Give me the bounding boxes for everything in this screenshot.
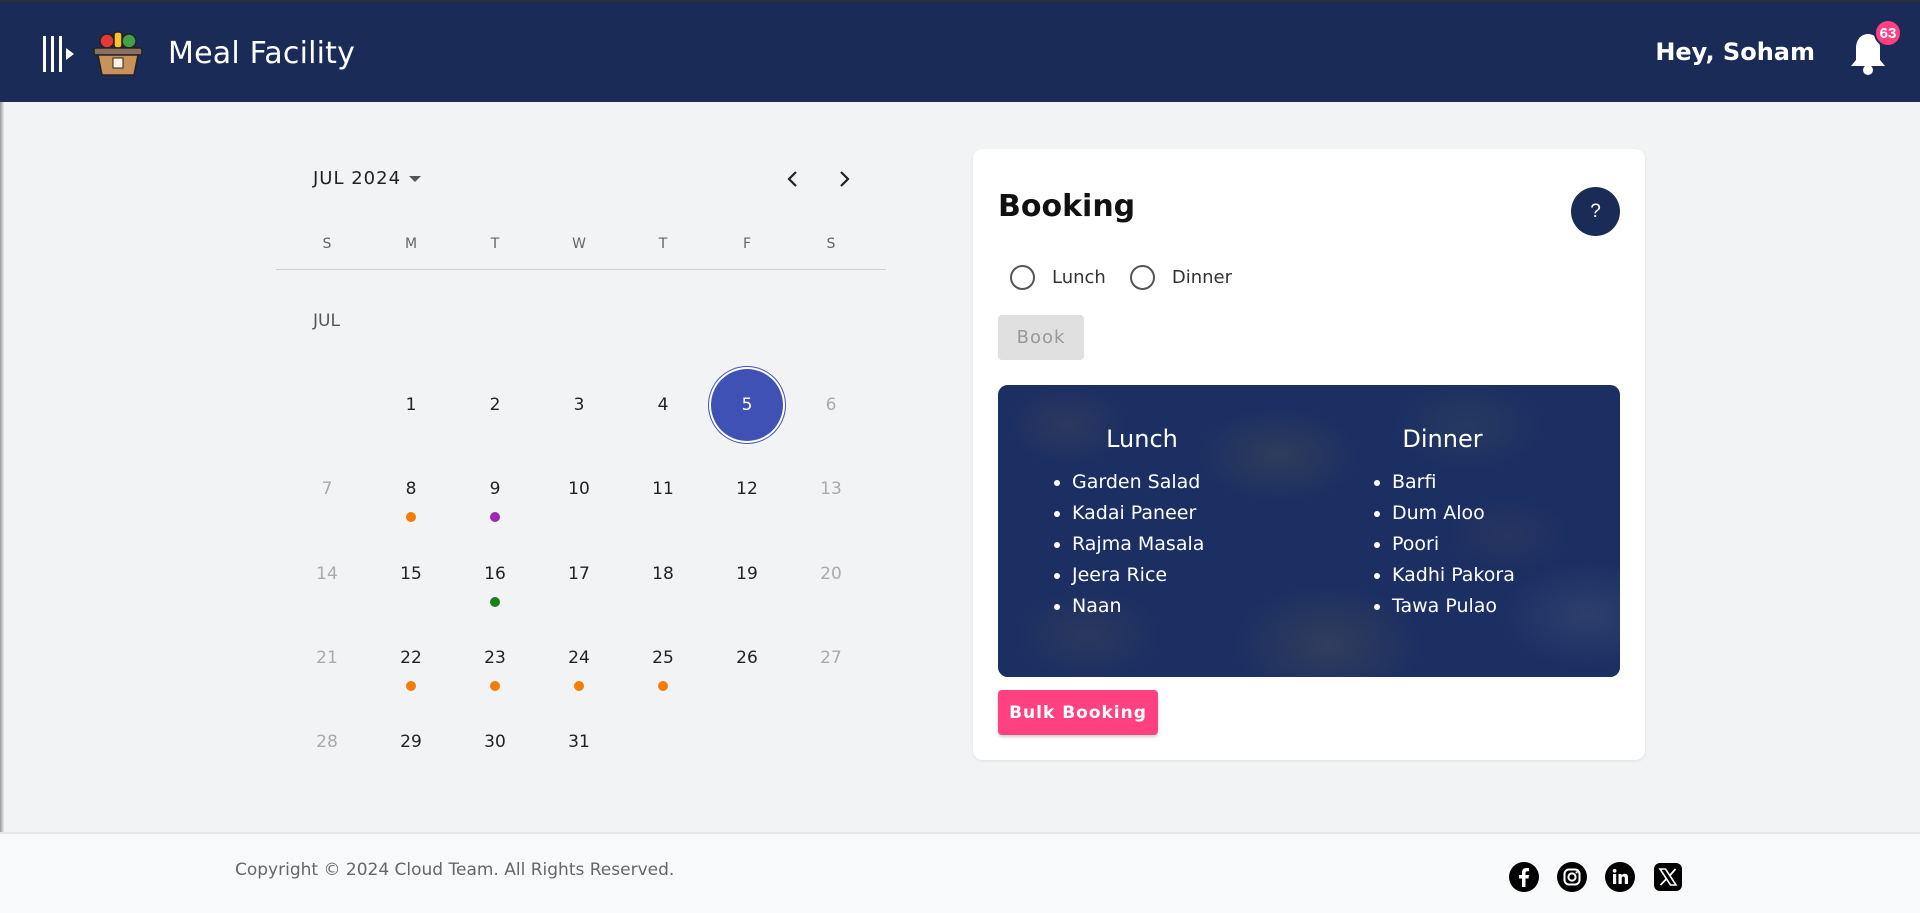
calendar-day[interactable]: 18 xyxy=(625,536,701,612)
calendar-day[interactable]: 19 xyxy=(709,536,785,612)
weekday-label: F xyxy=(742,236,752,252)
calendar-day[interactable]: 4 xyxy=(625,367,701,443)
facebook-icon[interactable] xyxy=(1508,861,1540,893)
month-year-label: JUL 2024 xyxy=(313,168,402,189)
dinner-radio[interactable]: Dinner xyxy=(1129,265,1232,290)
weekday-header-row: SMTWTFS xyxy=(276,236,886,270)
calendar-day[interactable]: 1 xyxy=(373,367,449,443)
calendar-day[interactable]: 7 xyxy=(289,451,365,527)
dropdown-caret-icon xyxy=(409,175,422,182)
booking-marker-dot xyxy=(490,512,500,522)
linkedin-icon[interactable] xyxy=(1604,861,1636,893)
calendar-day[interactable]: 20 xyxy=(793,536,869,612)
calendar: JUL 2024 SMTWTFS JUL 1 2 3 4 5 6 7 8 9 10 11 12 13 14… xyxy=(276,150,886,770)
calendar-day[interactable]: 11 xyxy=(625,451,701,527)
weekday-label: T xyxy=(658,236,668,252)
dinner-radio-label: Dinner xyxy=(1171,267,1232,288)
weekday-label: T xyxy=(490,236,500,252)
dinner-menu-item: Kadhi Pakora xyxy=(1392,560,1570,591)
calendar-month-label: JUL xyxy=(313,311,340,331)
dinner-menu-item: Poori xyxy=(1392,529,1570,560)
radio-unchecked-icon xyxy=(1010,265,1035,290)
lunch-menu-list: Garden SaladKadai PaneerRajma MasalaJeer… xyxy=(1050,467,1270,622)
calendar-day[interactable]: 2 xyxy=(457,367,533,443)
menu-panel: Lunch Garden SaladKadai PaneerRajma Masa… xyxy=(998,385,1620,677)
calendar-day[interactable]: 15 xyxy=(373,536,449,612)
dinner-menu-item: Barfi xyxy=(1392,467,1570,498)
lunch-menu-item: Naan xyxy=(1072,591,1270,622)
chevron-left-icon xyxy=(787,171,797,187)
calendar-day[interactable]: 13 xyxy=(793,451,869,527)
calendar-day[interactable]: 31 xyxy=(541,704,617,780)
calendar-day[interactable]: 21 xyxy=(289,620,365,696)
lunch-menu-item: Kadai Paneer xyxy=(1072,498,1270,529)
lunch-radio-label: Lunch xyxy=(1052,267,1106,288)
sidebar-edge xyxy=(0,102,4,832)
notification-badge: 63 xyxy=(1874,19,1902,47)
dinner-menu: Dinner BarfiDum AlooPooriKadhi PakoraTaw… xyxy=(1370,425,1570,622)
copyright-text: Copyright © 2024 Cloud Team. All Rights … xyxy=(235,860,675,880)
booking-marker-dot xyxy=(490,681,500,691)
booking-card: Booking ? Lunch Dinner Book Lunch Garden… xyxy=(973,149,1645,760)
dinner-menu-list: BarfiDum AlooPooriKadhi PakoraTawa Pulao xyxy=(1370,467,1570,622)
x-icon[interactable] xyxy=(1652,861,1684,893)
booking-marker-dot xyxy=(406,512,416,522)
lunch-radio[interactable]: Lunch xyxy=(1010,265,1106,290)
weekday-label: S xyxy=(826,236,836,252)
booking-title: Booking xyxy=(998,189,1136,224)
instagram-icon[interactable] xyxy=(1556,861,1588,893)
calendar-day[interactable]: 12 xyxy=(709,451,785,527)
weekday-label: M xyxy=(404,236,418,252)
calendar-day[interactable]: 28 xyxy=(289,704,365,780)
next-month-button[interactable] xyxy=(826,164,862,194)
chevron-right-icon xyxy=(840,171,850,187)
booking-marker-dot xyxy=(574,681,584,691)
calendar-day[interactable]: 17 xyxy=(541,536,617,612)
calendar-day-selected[interactable]: 5 xyxy=(709,367,785,443)
footer: Copyright © 2024 Cloud Team. All Rights … xyxy=(0,832,1920,913)
lunch-menu-item: Jeera Rice xyxy=(1072,560,1270,591)
calendar-day[interactable]: 3 xyxy=(541,367,617,443)
calendar-day[interactable]: 14 xyxy=(289,536,365,612)
booking-marker-dot xyxy=(490,597,500,607)
weekday-label: S xyxy=(322,236,332,252)
month-year-selector[interactable]: JUL 2024 xyxy=(313,168,422,189)
dinner-menu-title: Dinner xyxy=(1402,425,1483,453)
meal-type-radio-group: Lunch Dinner xyxy=(1010,265,1256,290)
user-greeting: Hey, Soham xyxy=(1655,38,1815,66)
calendar-day[interactable]: 26 xyxy=(709,620,785,696)
lunch-menu-title: Lunch xyxy=(1106,425,1178,453)
calendar-day[interactable]: 29 xyxy=(373,704,449,780)
menu-toggle-icon[interactable] xyxy=(41,35,75,73)
booking-marker-dot xyxy=(658,681,668,691)
help-button[interactable]: ? xyxy=(1571,187,1620,236)
book-button[interactable]: Book xyxy=(998,315,1084,360)
dinner-menu-item: Dum Aloo xyxy=(1392,498,1570,529)
food-basket-logo xyxy=(93,31,143,76)
calendar-day[interactable]: 27 xyxy=(793,620,869,696)
radio-unchecked-icon xyxy=(1129,265,1155,290)
app-title: Meal Facility xyxy=(168,36,356,71)
weekday-label: W xyxy=(572,236,586,252)
bulk-booking-button[interactable]: Bulk Booking xyxy=(998,690,1158,735)
lunch-menu-item: Garden Salad xyxy=(1072,467,1270,498)
booking-marker-dot xyxy=(406,681,416,691)
calendar-day[interactable]: 30 xyxy=(457,704,533,780)
lunch-menu: Lunch Garden SaladKadai PaneerRajma Masa… xyxy=(1050,425,1270,622)
app-header: Meal Facility Hey, Soham 63 xyxy=(0,0,1920,102)
calendar-day[interactable]: 10 xyxy=(541,451,617,527)
lunch-menu-item: Rajma Masala xyxy=(1072,529,1270,560)
calendar-day[interactable]: 6 xyxy=(793,367,869,443)
dinner-menu-item: Tawa Pulao xyxy=(1392,591,1570,622)
previous-month-button[interactable] xyxy=(775,164,811,194)
